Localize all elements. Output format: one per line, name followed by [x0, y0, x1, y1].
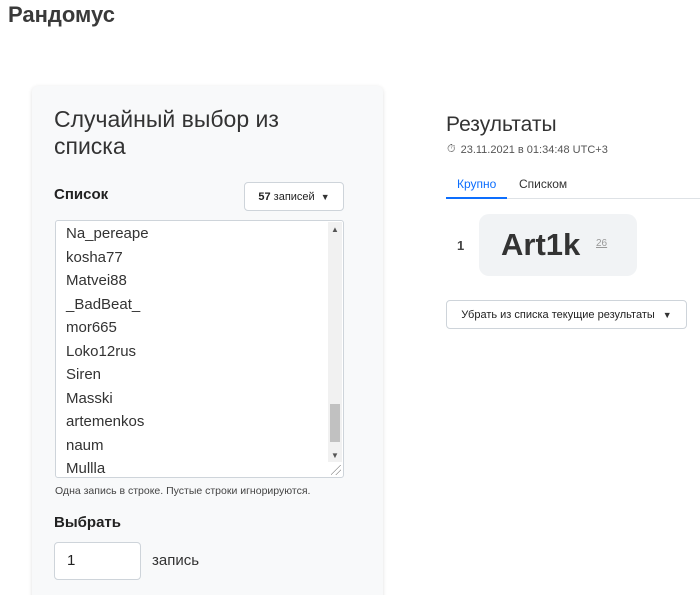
list-item: naum [66, 436, 104, 454]
remove-results-button[interactable]: Убрать из списка текущие результаты ▼ [446, 300, 687, 329]
site-logo[interactable]: Рандомус [8, 2, 115, 28]
list-item: Masski [66, 389, 113, 407]
tab-large[interactable]: Крупно [446, 173, 508, 199]
record-count-suffix: записей [273, 190, 315, 203]
winner-index-link[interactable]: 26 [596, 238, 607, 249]
panel-title: Случайный выбор из списка [54, 106, 279, 159]
tab-list[interactable]: Списком [508, 173, 578, 199]
winner-name: Art1k [501, 227, 581, 262]
remove-results-label: Убрать из списка текущие результаты [461, 308, 655, 321]
list-item: Mullla [66, 460, 106, 477]
choose-label: Выбрать [54, 514, 121, 531]
timestamp-text: 23.11.2021 в 01:34:48 UTC+3 [460, 143, 608, 156]
winner-card: Art1k 26 [479, 214, 637, 276]
choose-unit-label: запись [152, 552, 200, 569]
scroll-up-icon[interactable]: ▲ [331, 225, 339, 234]
list-hint: Одна запись в строке. Пустые строки игно… [55, 485, 311, 497]
stopwatch-icon: ⏱ [447, 143, 456, 155]
record-count-value: 57 [258, 190, 271, 203]
list-item: Matvei88 [66, 272, 127, 289]
random-picker-panel: Случайный выбор из списка Список 57 запи… [32, 86, 383, 595]
list-item: Siren [66, 366, 102, 383]
entries-list: Na_pereape kosha77 Matvei88 _BadBeat_ mo… [66, 222, 149, 477]
choose-count-input[interactable]: 1 [54, 542, 141, 580]
list-label: Список [54, 186, 109, 203]
chevron-down-icon: ▼ [320, 191, 330, 202]
results-timestamp: ⏱ 23.11.2021 в 01:34:48 UTC+3 [447, 143, 608, 156]
list-item: mor665 [66, 319, 117, 336]
results-title: Результаты [446, 113, 557, 136]
result-rank: 1 [457, 238, 465, 253]
results-tabs: Крупно Списком [446, 173, 700, 199]
list-item: artemenkos [66, 413, 145, 430]
list-item: _BadBeat_ [66, 295, 141, 313]
list-item: kosha77 [66, 248, 123, 266]
list-item: Loko12rus [66, 342, 137, 360]
list-item: Na_pereape [66, 225, 149, 242]
scroll-down-icon[interactable]: ▼ [331, 451, 339, 460]
list-scrollbar[interactable]: ▲ ▼ [328, 222, 342, 462]
record-count-dropdown[interactable]: 57 записей ▼ [244, 182, 344, 211]
chevron-down-icon: ▼ [662, 309, 672, 320]
scroll-thumb[interactable] [330, 404, 340, 442]
resize-handle-icon[interactable] [331, 465, 341, 475]
entries-textarea[interactable]: Na_pereape kosha77 Matvei88 _BadBeat_ mo… [55, 220, 344, 478]
